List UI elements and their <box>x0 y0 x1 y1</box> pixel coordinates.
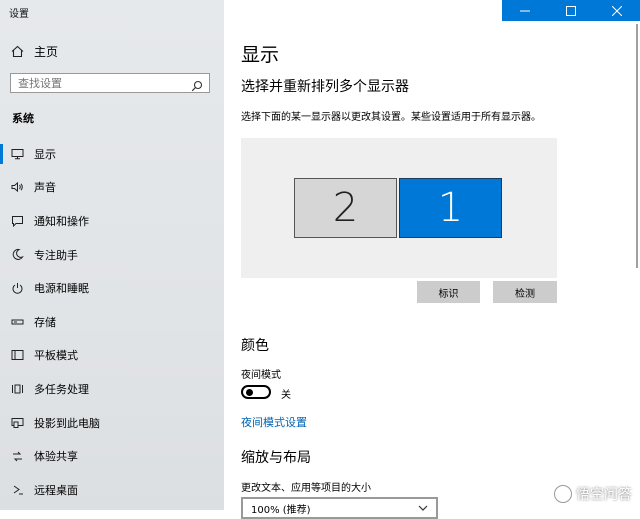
sidebar-item-label: 远程桌面 <box>34 483 78 497</box>
window-title: 设置 <box>9 9 29 20</box>
maximize-button[interactable] <box>548 0 594 21</box>
sidebar-item-power[interactable]: 电源和睡眠 <box>0 271 224 305</box>
remote-icon <box>10 483 24 497</box>
sidebar-item-shared-experiences[interactable]: 体验共享 <box>0 439 224 473</box>
arrange-description: 选择下面的某一显示器以更改其设置。某些设置适用于所有显示器。 <box>241 112 541 123</box>
identify-button[interactable]: 标识 <box>417 281 480 303</box>
sidebar-item-label: 声音 <box>34 181 56 195</box>
watermark: 悟空问答 <box>554 484 632 504</box>
sidebar-item-focus-assist[interactable]: 专注助手 <box>0 238 224 272</box>
monitor-icon <box>10 147 24 161</box>
scale-heading: 缩放与布局 <box>241 450 311 466</box>
close-icon <box>612 5 622 16</box>
night-light-state: 关 <box>281 390 291 401</box>
sidebar-item-label: 电源和睡眠 <box>34 282 89 296</box>
monitor-2[interactable]: 2 <box>294 178 397 238</box>
night-light-toggle[interactable] <box>241 385 271 399</box>
watermark-logo-icon <box>554 485 572 503</box>
sidebar-item-notifications[interactable]: 通知和操作 <box>0 204 224 238</box>
sidebar-item-label: 平板模式 <box>34 349 78 363</box>
search-input[interactable] <box>11 75 190 91</box>
minimize-button[interactable] <box>502 0 548 21</box>
scale-label: 更改文本、应用等项目的大小 <box>241 483 371 494</box>
sidebar-nav: 显示 声音 通知和操作 专注助手 电源和睡眠 存储 平板模式 多任务处理 投影到… <box>0 137 224 507</box>
close-button[interactable] <box>594 0 640 21</box>
home-icon <box>10 44 24 58</box>
sidebar-item-display[interactable]: 显示 <box>0 137 224 171</box>
monitor-1[interactable]: 1 <box>399 178 502 238</box>
sidebar-item-tablet-mode[interactable]: 平板模式 <box>0 339 224 373</box>
home-label: 主页 <box>34 44 59 59</box>
section-title: 系统 <box>12 112 34 125</box>
sidebar-item-label: 投影到此电脑 <box>34 416 100 430</box>
sidebar-item-project[interactable]: 投影到此电脑 <box>0 406 224 440</box>
night-light-label: 夜间模式 <box>241 370 281 381</box>
sidebar-item-sound[interactable]: 声音 <box>0 171 224 205</box>
toggle-knob <box>246 389 253 396</box>
main-content: 显示 选择并重新排列多个显示器 选择下面的某一显示器以更改其设置。某些设置适用于… <box>224 0 640 519</box>
multitask-icon <box>10 382 24 396</box>
project-icon <box>10 416 24 430</box>
minimize-icon <box>520 10 530 11</box>
scale-dropdown[interactable]: 100% (推荐) <box>241 497 438 519</box>
watermark-text: 悟空问答 <box>576 487 632 503</box>
notification-icon <box>10 214 24 228</box>
sidebar-item-label: 通知和操作 <box>34 214 89 228</box>
scrollbar[interactable] <box>636 24 638 268</box>
sidebar-item-label: 专注助手 <box>34 248 78 262</box>
storage-icon <box>10 315 24 329</box>
sidebar-item-label: 显示 <box>34 147 56 161</box>
tablet-icon <box>10 348 24 362</box>
home-nav-item[interactable]: 主页 <box>0 40 224 62</box>
night-light-settings-link[interactable]: 夜间模式设置 <box>241 414 307 430</box>
search-icon[interactable] <box>191 77 203 92</box>
window-controls <box>502 0 640 21</box>
search-box[interactable] <box>10 73 210 93</box>
sidebar: 设置 主页 系统 显示 声音 通知和操作 <box>0 0 224 510</box>
chevron-down-icon <box>418 505 428 511</box>
detect-button[interactable]: 检测 <box>493 281 557 303</box>
color-heading: 颜色 <box>241 338 269 354</box>
maximize-icon <box>566 5 576 16</box>
monitor-arrangement-area[interactable]: 2 1 <box>241 138 557 278</box>
power-icon <box>10 281 24 295</box>
sidebar-item-label: 多任务处理 <box>34 382 89 396</box>
speaker-icon <box>10 180 24 194</box>
sidebar-item-storage[interactable]: 存储 <box>0 305 224 339</box>
sidebar-item-label: 体验共享 <box>34 450 78 464</box>
share-icon <box>10 449 24 463</box>
moon-icon <box>10 248 24 262</box>
arrange-heading: 选择并重新排列多个显示器 <box>241 79 409 95</box>
sidebar-item-multitasking[interactable]: 多任务处理 <box>0 372 224 406</box>
scale-value: 100% (推荐) <box>251 504 311 516</box>
sidebar-item-label: 存储 <box>34 315 56 329</box>
page-title: 显示 <box>241 44 280 66</box>
sidebar-item-remote-desktop[interactable]: 远程桌面 <box>0 473 224 507</box>
